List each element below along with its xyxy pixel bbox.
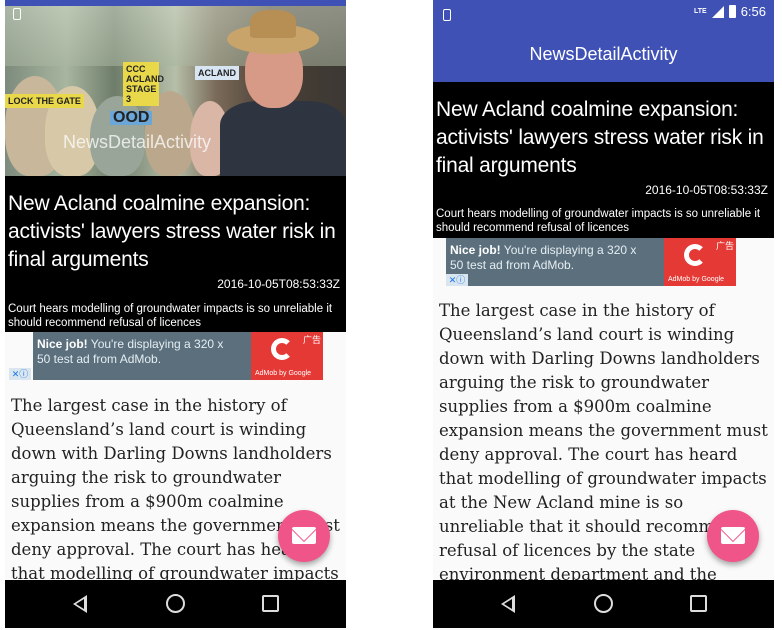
article-description: Court hears modelling of groundwater imp…	[436, 208, 761, 234]
article-title: New Acland coalmine expansion: activists…	[436, 98, 764, 177]
mail-icon	[721, 527, 745, 544]
protest-sign: OOD	[110, 110, 153, 126]
network-label: LTE	[693, 8, 707, 15]
ad-choices-icon[interactable]: ✕ⓘ	[9, 368, 31, 380]
share-fab-button[interactable]	[707, 510, 759, 562]
navigation-bar	[5, 580, 346, 628]
home-icon[interactable]	[594, 594, 613, 613]
article-description: Court hears modelling of groundwater imp…	[8, 303, 333, 329]
back-icon[interactable]	[73, 595, 87, 613]
toolbar-title: NewsDetailActivity	[529, 43, 678, 64]
recent-apps-icon[interactable]	[262, 595, 279, 612]
ad-text: Nice job! You're displaying a 320 x 50 t…	[450, 243, 637, 272]
protest-sign: LOCK THE GATE	[5, 94, 84, 108]
status-bar	[5, 0, 346, 6]
phone-screen-expanded: LOCK THE GATE CCC ACLAND STAGE 3 OOD ACL…	[5, 0, 346, 630]
article-header: New Acland coalmine expansion: activists…	[433, 82, 774, 238]
share-fab-button[interactable]	[278, 510, 330, 562]
toolbar-title: NewsDetailActivity	[63, 132, 212, 152]
ad-text: Nice job! You're displaying a 320 x 50 t…	[37, 337, 224, 366]
admob-mark-icon	[684, 244, 706, 266]
toolbar: NewsDetailActivity	[433, 26, 774, 82]
admob-logo: AdMob by Google 广告	[664, 238, 736, 286]
sim-icon	[13, 8, 21, 20]
recent-apps-icon[interactable]	[690, 595, 707, 612]
admob-mark-icon	[271, 338, 293, 360]
article-body: The largest case in the history of Queen…	[11, 396, 340, 607]
home-icon[interactable]	[166, 594, 185, 613]
mail-icon	[292, 527, 316, 544]
article-header: New Acland coalmine expansion: activists…	[5, 176, 346, 332]
back-icon[interactable]	[501, 595, 515, 613]
hero-image: LOCK THE GATE CCC ACLAND STAGE 3 OOD ACL…	[5, 6, 346, 176]
ad-banner[interactable]: Nice job! You're displaying a 320 x 50 t…	[9, 332, 323, 380]
status-bar: LTE 6:56	[433, 0, 774, 26]
protest-sign: CCC ACLAND STAGE 3	[123, 62, 164, 106]
battery-icon	[728, 5, 736, 18]
signal-icon	[711, 5, 724, 18]
article-body: The largest case in the history of Queen…	[439, 301, 768, 608]
admob-logo: AdMob by Google 广告	[251, 332, 323, 380]
clock: 6:56	[740, 4, 766, 19]
article-title: New Acland coalmine expansion: activists…	[8, 192, 336, 271]
navigation-bar	[433, 580, 774, 628]
phone-screen-collapsed: LTE 6:56 NewsDetailActivity New Acland c…	[433, 0, 774, 630]
ad-choices-icon[interactable]: ✕ⓘ	[446, 274, 468, 286]
sim-icon	[443, 9, 451, 21]
article-date: 2016-10-05T08:53:33Z	[645, 183, 768, 197]
protest-sign: ACLAND	[195, 66, 239, 80]
article-date: 2016-10-05T08:53:33Z	[217, 277, 340, 291]
ad-banner[interactable]: Nice job! You're displaying a 320 x 50 t…	[446, 238, 736, 286]
